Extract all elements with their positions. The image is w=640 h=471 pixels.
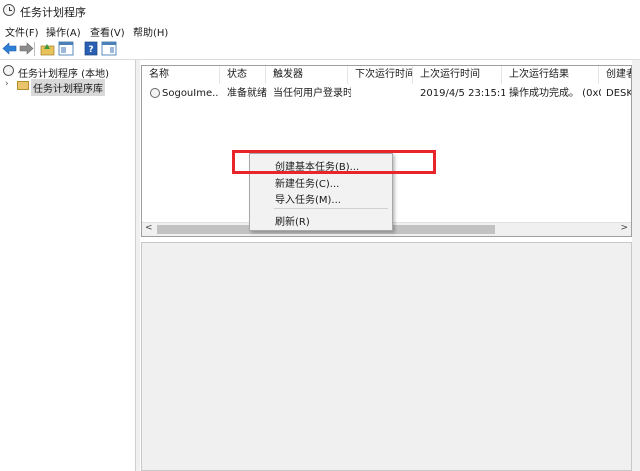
pane-splitter[interactable] (136, 60, 140, 471)
column-header-trigger[interactable]: 触发器 (266, 66, 348, 84)
task-trigger-cell: 当任何用户登录时 (273, 88, 351, 99)
chevron-right-icon[interactable]: › (5, 79, 9, 89)
up-folder-icon[interactable] (40, 41, 56, 56)
toolbar-separator (34, 42, 35, 56)
menu-view[interactable]: 查看(V) (90, 24, 125, 39)
column-header-last-run[interactable]: 上次运行时间 (413, 66, 502, 84)
task-clock-icon (150, 88, 160, 98)
menu-action[interactable]: 操作(A) (46, 24, 81, 39)
column-header-next-run[interactable]: 下次运行时间 (348, 66, 413, 84)
navigation-tree: 任务计划程序 (本地) › 任务计划程序库 (0, 60, 136, 471)
menu-help[interactable]: 帮助(H) (133, 24, 168, 39)
task-details-pane (141, 242, 632, 471)
folder-icon (17, 81, 29, 90)
menu-item-new-task[interactable]: 新建任务(C)... (275, 175, 339, 190)
task-author-cell: DESKT (606, 88, 632, 99)
right-edge-strip (632, 60, 640, 471)
action-pane-icon[interactable] (101, 41, 117, 56)
column-header-author[interactable]: 创建者 (599, 66, 631, 84)
column-header-last-result[interactable]: 上次运行结果 (502, 66, 599, 84)
task-name-cell: SogouIme... (162, 88, 218, 99)
tree-library-label: 任务计划程序库 (31, 79, 105, 96)
arrow-left-icon[interactable] (2, 41, 18, 56)
tree-item-root[interactable]: 任务计划程序 (本地) (0, 64, 135, 80)
column-header-name[interactable]: 名称 (142, 66, 220, 84)
menu-file[interactable]: 文件(F) (5, 24, 39, 39)
task-last-result-cell: 操作成功完成。 (0x0) (509, 88, 601, 99)
help-icon[interactable]: ? (83, 41, 99, 56)
tree-item-library[interactable]: › 任务计划程序库 (0, 79, 135, 96)
menu-bar: 文件(F) 操作(A) 查看(V) 帮助(H) (0, 22, 640, 39)
task-status-cell: 准备就绪 (227, 88, 267, 99)
annotation-highlight-box (232, 150, 436, 174)
show-pane-icon[interactable] (58, 41, 74, 56)
column-header-status[interactable]: 状态 (220, 66, 266, 84)
task-last-run-cell: 2019/4/5 23:15:19 (420, 88, 505, 99)
task-next-run-cell (355, 86, 413, 102)
arrow-right-icon[interactable] (18, 41, 34, 56)
toolbar: ? (0, 39, 640, 60)
task-scheduler-icon (3, 4, 15, 16)
svg-text:?: ? (88, 45, 93, 55)
clock-icon (3, 65, 14, 76)
scroll-left-icon[interactable]: < (145, 223, 153, 233)
menu-item-import-task[interactable]: 导入任务(M)... (275, 191, 341, 206)
scroll-right-icon[interactable]: > (620, 223, 628, 233)
title-bar: 任务计划程序 (0, 0, 640, 22)
menu-separator (274, 208, 388, 209)
menu-item-refresh[interactable]: 刷新(R) (275, 213, 310, 228)
tree-root-label: 任务计划程序 (本地) (18, 69, 109, 80)
window-title: 任务计划程序 (20, 6, 86, 19)
